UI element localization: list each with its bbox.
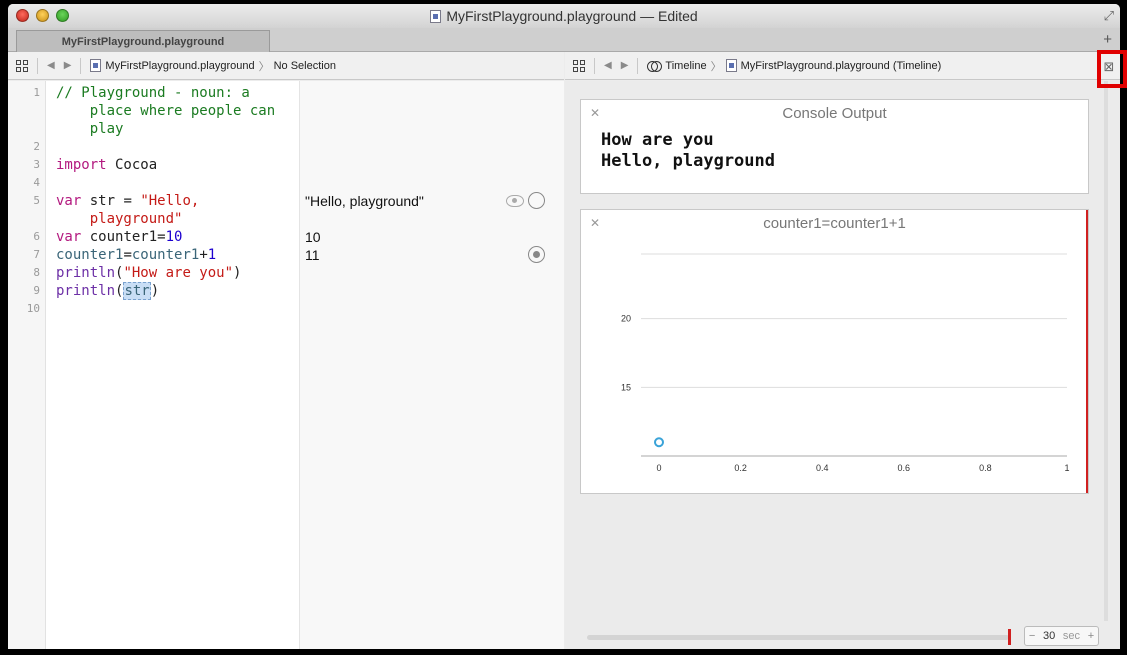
x-tick-label: 0.6 <box>898 463 911 473</box>
back-arrow-icon[interactable]: ◀ <box>604 60 612 71</box>
title-bar: MyFirstPlayground.playground — Edited ⤢ <box>8 4 1120 28</box>
timeline-position-marker <box>1086 210 1088 493</box>
breadcrumb: MyFirstPlayground.playground 〉 No Select… <box>90 58 336 74</box>
related-items-icon[interactable] <box>16 59 28 72</box>
console-title: Console Output <box>782 105 887 122</box>
console-text: How are you Hello, playground <box>601 130 775 171</box>
data-point[interactable] <box>654 437 664 448</box>
code-line-wrap: place where people can <box>8 102 275 120</box>
duration-stepper[interactable]: − 30 sec + <box>1024 626 1099 646</box>
x-tick-label: 0.2 <box>734 463 747 473</box>
timeline-scrollbar[interactable] <box>1104 81 1108 621</box>
highlight-annotation-box <box>1097 50 1127 88</box>
value-history-chart: 15 20 0 0.2 0.4 0.6 0.8 1 <box>621 253 1070 473</box>
result-line6: 10 <box>305 229 321 245</box>
decrement-button[interactable]: − <box>1029 630 1035 642</box>
result-line5: "Hello, playground" <box>305 193 424 209</box>
code-line: 10 <box>26 302 40 315</box>
value-history-toggle-icon[interactable] <box>528 192 545 209</box>
chevron-right-icon: 〉 <box>258 60 270 73</box>
timeline-slider[interactable] <box>587 629 1011 645</box>
code-text: playground" <box>56 211 183 227</box>
code-line: 7 counter1=counter1+1 <box>33 247 217 263</box>
minimize-window-button[interactable] <box>36 9 49 22</box>
code-text: println("How are you") <box>56 265 242 281</box>
code-text: println(str) <box>56 282 160 300</box>
zoom-window-button[interactable] <box>56 9 69 22</box>
x-tick-label: 0 <box>656 463 661 473</box>
duration-unit: sec <box>1062 630 1081 642</box>
window-title: MyFirstPlayground.playground — Edited <box>430 8 698 24</box>
chevron-right-icon: 〉 <box>710 60 722 73</box>
source-editor[interactable]: 1 // Playground - noun: a place where pe… <box>8 81 564 649</box>
code-text: play <box>56 121 124 137</box>
duration-value: 30 <box>1042 630 1056 642</box>
assistant-mode-breadcrumb: Timeline 〉 MyFirstPlayground.playground … <box>647 58 941 74</box>
assistant-mode[interactable]: Timeline <box>665 60 706 72</box>
code-line: 4 <box>33 176 40 189</box>
add-tab-button[interactable]: + <box>1103 31 1112 48</box>
breadcrumb-selection[interactable]: No Selection <box>274 60 336 72</box>
code-text: counter1=counter1+1 <box>56 247 217 263</box>
x-tick-label: 0.8 <box>979 463 992 473</box>
y-tick-label: 15 <box>621 382 631 392</box>
code-text: // Playground - noun: a <box>56 85 250 101</box>
code-line: 5 var str = "Hello, <box>33 193 200 209</box>
code-line: 8 println("How are you") <box>33 265 242 281</box>
code-line-wrap: playground" <box>8 210 183 228</box>
playground-file-icon <box>725 59 737 72</box>
timeline-pane: ✕ Console Output How are you Hello, play… <box>565 81 1120 649</box>
assistant-jump-bar: ◀ ▶ Timeline 〉 MyFirstPlayground.playgro… <box>565 52 1120 80</box>
tab-playground[interactable]: MyFirstPlayground.playground <box>16 30 270 52</box>
window-controls <box>16 9 69 22</box>
assistant-file[interactable]: MyFirstPlayground.playground (Timeline) <box>741 60 942 72</box>
code-line: 1 // Playground - noun: a <box>33 85 250 101</box>
increment-button[interactable]: + <box>1088 630 1094 642</box>
code-line: 3 import Cocoa <box>33 157 158 173</box>
console-output-card: ✕ Console Output How are you Hello, play… <box>580 99 1089 194</box>
value-history-card: ✕ counter1=counter1+1 15 20 0 0.2 0.4 0.6 0.8 1 <box>580 209 1089 494</box>
code-line-wrap: play <box>8 120 124 138</box>
code-line: 9 println(str) <box>33 282 160 300</box>
tab-bar: MyFirstPlayground.playground + <box>8 28 1120 52</box>
code-text: var str = "Hello, <box>56 193 200 209</box>
timeline-slider-thumb[interactable] <box>1008 629 1011 645</box>
close-window-button[interactable] <box>16 9 29 22</box>
fullscreen-icon[interactable]: ⤢ <box>1104 8 1114 24</box>
x-tick-label: 1 <box>1064 463 1069 473</box>
back-arrow-icon[interactable]: ◀ <box>47 60 55 71</box>
results-sidebar <box>299 81 564 649</box>
y-tick-label: 20 <box>621 314 631 324</box>
playground-file-icon <box>430 9 442 23</box>
quick-look-eye-icon[interactable] <box>506 195 524 207</box>
code-line: 2 <box>33 140 40 153</box>
playground-file-icon <box>90 59 102 72</box>
value-history-toggle-on-icon[interactable] <box>528 246 545 263</box>
code-text: var counter1=10 <box>56 229 183 245</box>
code-text: place where people can <box>56 103 276 119</box>
forward-arrow-icon[interactable]: ▶ <box>64 60 72 71</box>
x-tick-label: 0.4 <box>816 463 829 473</box>
related-items-icon[interactable] <box>573 59 585 72</box>
tab-label: MyFirstPlayground.playground <box>61 35 225 48</box>
timeline-icon <box>647 60 663 72</box>
forward-arrow-icon[interactable]: ▶ <box>621 60 629 71</box>
code-line: 6 var counter1=10 <box>33 229 183 245</box>
breadcrumb-file[interactable]: MyFirstPlayground.playground <box>105 60 254 72</box>
code-text: import Cocoa <box>56 157 158 173</box>
xcode-window: MyFirstPlayground.playground — Edited ⤢ … <box>8 4 1120 649</box>
window-title-text: MyFirstPlayground.playground — Edited <box>446 8 698 24</box>
result-line7: 11 <box>305 247 320 263</box>
editor-jump-bar: ◀ ▶ MyFirstPlayground.playground 〉 No Se… <box>8 52 564 80</box>
